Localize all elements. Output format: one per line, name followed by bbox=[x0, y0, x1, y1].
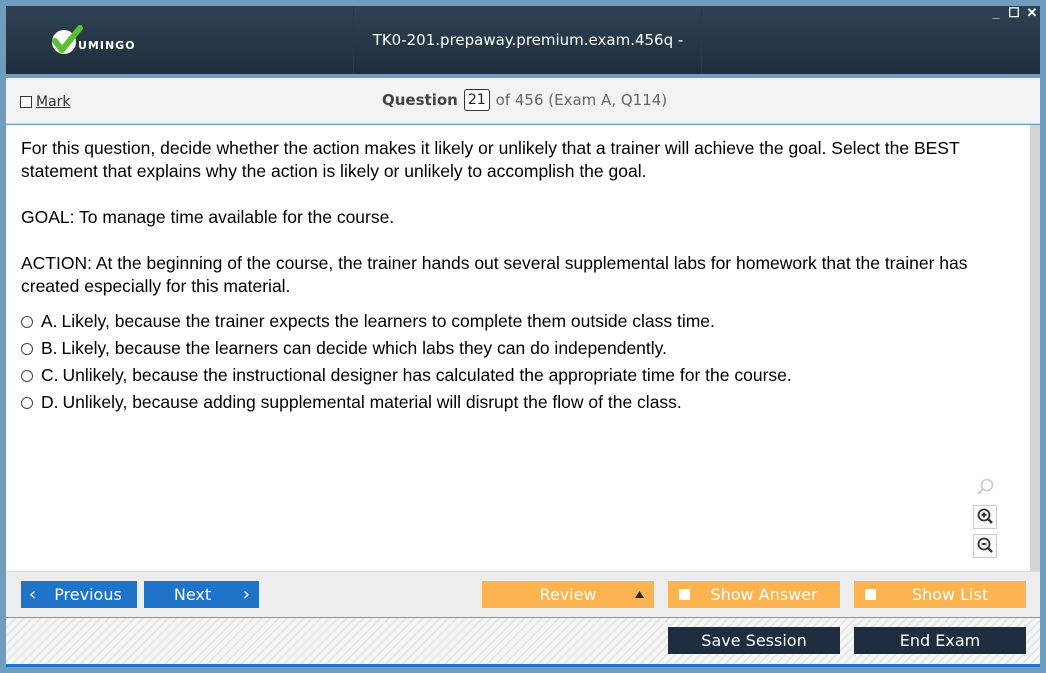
question-counter: Question 21 of 456 (Exam A, Q114) bbox=[382, 89, 667, 111]
question-instructions: For this question, decide whether the ac… bbox=[21, 138, 960, 181]
zoom-in-icon[interactable] bbox=[973, 505, 997, 529]
bottom-accent-strip bbox=[6, 664, 1040, 667]
navigation-bar: ‹ Previous Next › Review Show Answer Sho… bbox=[6, 571, 1040, 617]
chevron-left-icon: ‹ bbox=[29, 584, 37, 605]
close-icon[interactable]: ✕ bbox=[1024, 6, 1040, 22]
question-action: ACTION: At the beginning of the course, … bbox=[21, 253, 968, 296]
chevron-right-icon: › bbox=[242, 584, 250, 605]
next-label: Next bbox=[173, 585, 212, 604]
zoom-out-icon[interactable] bbox=[973, 534, 997, 558]
option-d-letter: D. bbox=[41, 392, 59, 412]
show-answer-button[interactable]: Show Answer bbox=[668, 581, 840, 608]
question-goal: GOAL: To manage time available for the c… bbox=[21, 207, 395, 227]
title-divider-right bbox=[701, 6, 702, 74]
question-number-input[interactable]: 21 bbox=[463, 89, 490, 111]
option-a-text: Likely, because the trainer expects the … bbox=[61, 311, 715, 331]
review-label: Review bbox=[539, 585, 597, 604]
show-list-button[interactable]: Show List bbox=[854, 581, 1026, 608]
option-b[interactable]: B. Likely, because the learners can deci… bbox=[21, 335, 1015, 362]
next-button[interactable]: Next › bbox=[144, 581, 259, 608]
maximize-icon[interactable]: ☐ bbox=[1006, 6, 1022, 22]
option-a-radio[interactable] bbox=[21, 315, 33, 328]
option-b-letter: B. bbox=[41, 338, 58, 358]
option-a[interactable]: A. Likely, because the trainer expects t… bbox=[21, 308, 1015, 335]
minimize-icon[interactable]: _ bbox=[988, 6, 1004, 22]
show-answer-label: Show Answer bbox=[710, 585, 818, 604]
session-bar: Save Session End Exam bbox=[6, 618, 1040, 664]
title-bar: UMINGO TK0-201.prepaway.premium.exam.456… bbox=[6, 6, 1040, 117]
triangle-up-icon bbox=[635, 591, 644, 598]
window-title: TK0-201.prepaway.premium.exam.456q - Exa… bbox=[372, 31, 684, 117]
option-d-radio[interactable] bbox=[21, 396, 33, 409]
question-word: Question bbox=[382, 91, 458, 109]
logo-text: UMINGO bbox=[78, 39, 136, 52]
previous-button[interactable]: ‹ Previous bbox=[21, 581, 137, 608]
save-session-button[interactable]: Save Session bbox=[668, 627, 840, 654]
content-scrollbar[interactable] bbox=[1030, 125, 1040, 571]
app-window: UMINGO TK0-201.prepaway.premium.exam.456… bbox=[0, 0, 1046, 673]
question-header: Mark Question 21 of 456 (Exam A, Q114) bbox=[6, 78, 1040, 124]
mark-checkbox-box[interactable] bbox=[20, 96, 32, 108]
option-d-text: Unlikely, because adding supplemental ma… bbox=[62, 392, 682, 412]
option-c-letter: C. bbox=[41, 365, 59, 385]
option-b-radio[interactable] bbox=[21, 342, 33, 355]
mark-checkbox[interactable]: Mark bbox=[20, 94, 71, 110]
option-c-radio[interactable] bbox=[21, 369, 33, 382]
show-list-label: Show List bbox=[911, 585, 989, 604]
option-b-text: Likely, because the learners can decide … bbox=[61, 338, 667, 358]
show-answer-checkbox[interactable] bbox=[679, 589, 690, 600]
end-exam-button[interactable]: End Exam bbox=[854, 627, 1026, 654]
question-total: of 456 (Exam A, Q114) bbox=[495, 91, 668, 109]
option-d[interactable]: D. Unlikely, because adding supplemental… bbox=[21, 389, 1015, 416]
answer-options: A. Likely, because the trainer expects t… bbox=[21, 308, 1015, 416]
zoom-reset-icon[interactable] bbox=[973, 475, 997, 499]
previous-label: Previous bbox=[54, 585, 122, 604]
question-content: For this question, decide whether the ac… bbox=[6, 125, 1030, 571]
option-c-text: Unlikely, because the instructional desi… bbox=[62, 365, 792, 385]
mark-label[interactable]: Mark bbox=[36, 94, 71, 110]
option-c[interactable]: C. Unlikely, because the instructional d… bbox=[21, 362, 1015, 389]
show-list-checkbox[interactable] bbox=[865, 589, 876, 600]
option-a-letter: A. bbox=[41, 311, 58, 331]
window-controls: _ ☐ ✕ bbox=[988, 6, 1040, 22]
umingo-logo: UMINGO bbox=[50, 24, 160, 58]
review-button[interactable]: Review bbox=[482, 581, 654, 608]
